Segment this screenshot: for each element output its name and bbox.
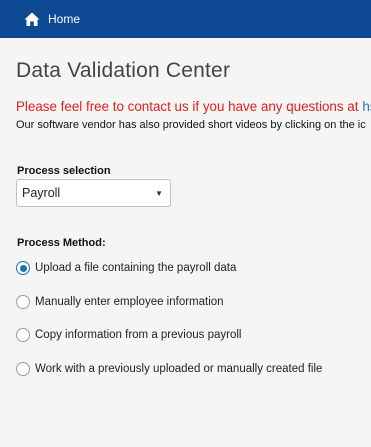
vendor-video-note: Our software vendor has also provided sh… <box>16 119 366 131</box>
page-title: Data Validation Center <box>16 59 231 82</box>
radio-button[interactable] <box>16 295 30 309</box>
contact-email-link[interactable]: hsav <box>362 99 371 114</box>
home-icon <box>24 11 40 27</box>
radio-option-previous-file[interactable]: Work with a previously uploaded or manua… <box>16 362 322 376</box>
contact-text: Please feel free to contact us if you ha… <box>16 99 359 114</box>
radio-label: Work with a previously uploaded or manua… <box>35 363 323 375</box>
radio-option-copy[interactable]: Copy information from a previous payroll <box>16 328 241 342</box>
home-label: Home <box>48 12 81 26</box>
radio-label: Upload a file containing the payroll dat… <box>35 262 237 274</box>
process-selection-value: Payroll <box>22 186 61 200</box>
radio-option-manual[interactable]: Manually enter employee information <box>16 295 224 309</box>
radio-label: Copy information from a previous payroll <box>35 329 242 341</box>
contact-message: Please feel free to contact us if you ha… <box>16 99 371 114</box>
process-method-label: Process Method: <box>17 237 106 249</box>
radio-button[interactable] <box>16 362 30 376</box>
process-selection-dropdown[interactable]: Payroll ▼ <box>16 179 171 207</box>
chevron-down-icon: ▼ <box>155 188 163 198</box>
radio-label: Manually enter employee information <box>35 296 224 308</box>
radio-option-upload[interactable]: Upload a file containing the payroll dat… <box>16 261 236 275</box>
process-selection-label: Process selection <box>17 165 111 177</box>
top-nav-bar: Home <box>0 0 371 38</box>
radio-button[interactable] <box>16 261 30 275</box>
radio-button[interactable] <box>16 328 30 342</box>
intro-text: Please feel free to contact us if you ha… <box>0 90 371 140</box>
home-link[interactable]: Home <box>24 11 80 27</box>
